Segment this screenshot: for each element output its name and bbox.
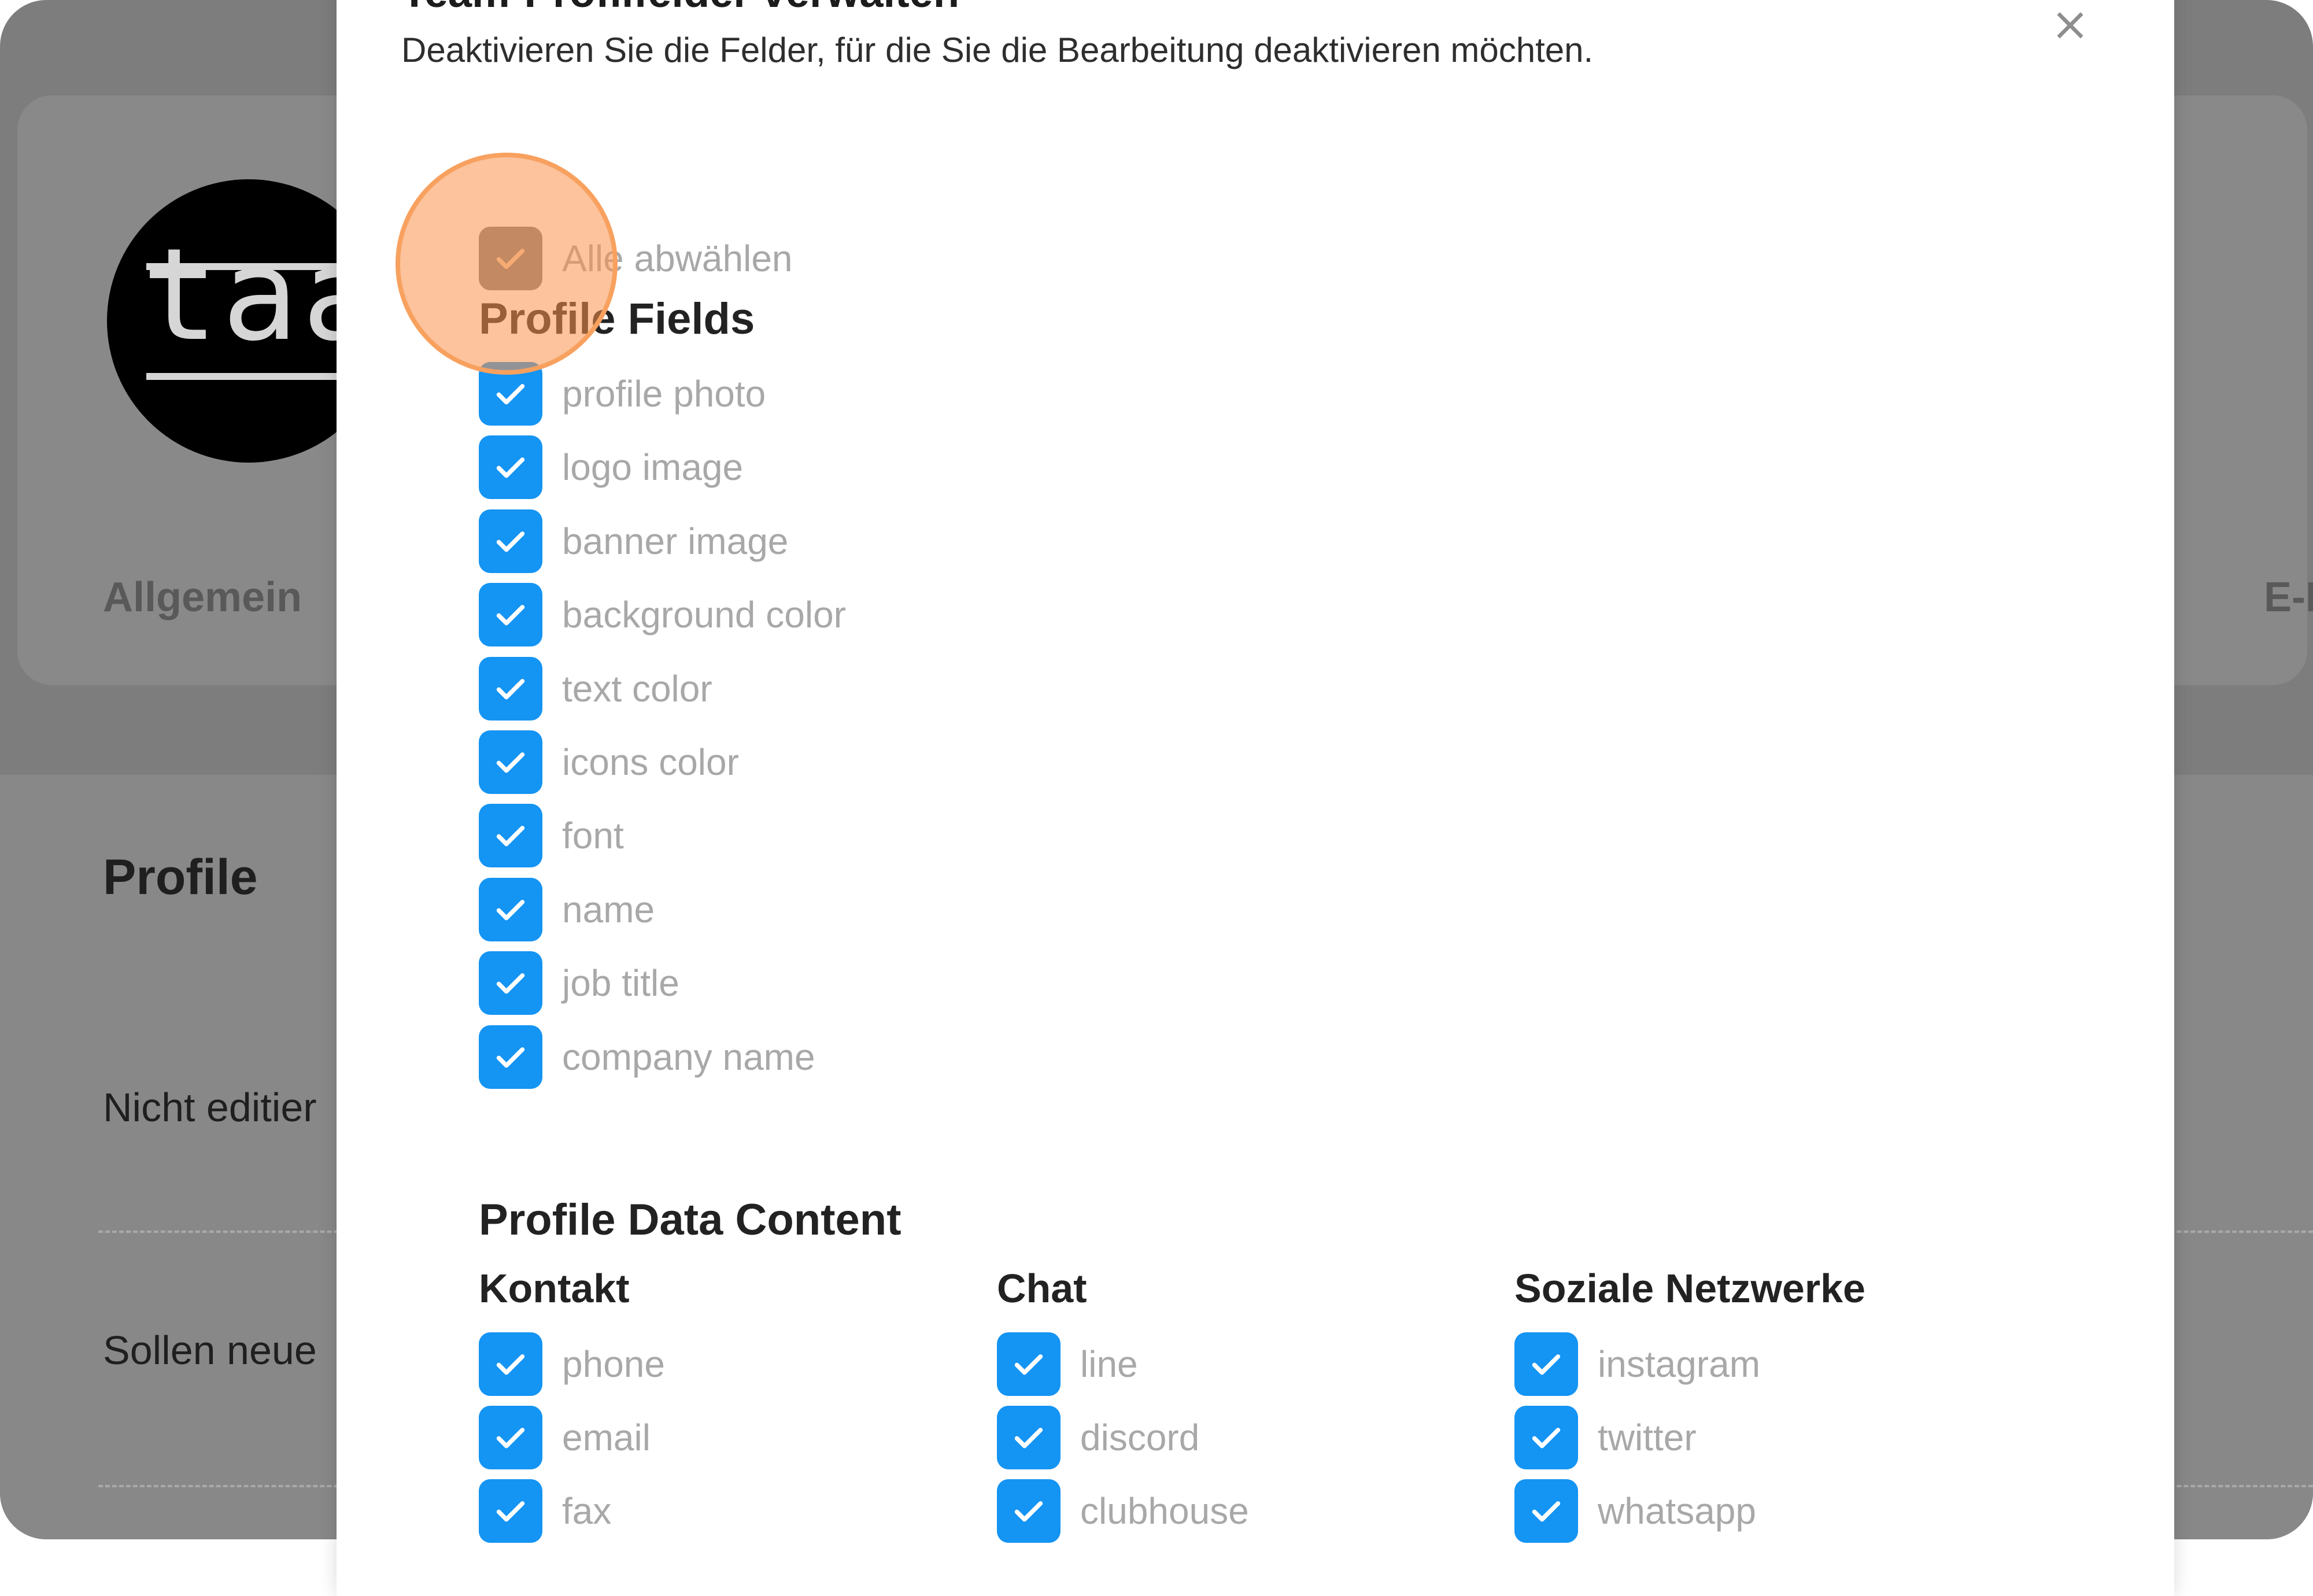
field-banner-image-checkbox[interactable] — [479, 509, 542, 573]
check-icon — [496, 531, 525, 552]
check-icon — [496, 678, 525, 699]
field-logo-image-checkbox[interactable] — [479, 435, 542, 500]
field-job-title-label: job title — [562, 962, 679, 1004]
column-title: Soziale Netzwerke — [1514, 1266, 1865, 1311]
modal-title: Team-Profilfelder verwalten — [401, 0, 959, 14]
column-title: Chat — [997, 1266, 1087, 1311]
click-highlight — [396, 153, 618, 375]
field-company-name-row[interactable]: company name — [479, 1025, 815, 1089]
check-icon — [1014, 1428, 1043, 1449]
content-twitter-checkbox[interactable] — [1514, 1406, 1578, 1469]
field-logo-image-label: logo image — [562, 446, 744, 489]
content-discord-checkbox[interactable] — [997, 1406, 1061, 1469]
field-background-color-label: background color — [562, 594, 846, 636]
content-phone-label: phone — [562, 1343, 665, 1385]
field-logo-image-row[interactable]: logo image — [479, 435, 744, 500]
content-line-checkbox[interactable] — [997, 1332, 1061, 1396]
check-icon — [1014, 1354, 1043, 1375]
setting-row-label: Sollen neue — [103, 1328, 317, 1373]
field-banner-image-row[interactable]: banner image — [479, 509, 788, 573]
check-icon — [496, 1501, 525, 1522]
content-phone-checkbox[interactable] — [479, 1332, 542, 1396]
field-text-color-checkbox[interactable] — [479, 656, 542, 721]
field-name-checkbox[interactable] — [479, 877, 542, 941]
field-profile-photo-label: profile photo — [562, 373, 766, 415]
field-background-color-checkbox[interactable] — [479, 583, 542, 647]
check-icon — [1532, 1428, 1561, 1449]
content-instagram-label: instagram — [1598, 1343, 1760, 1385]
tab-email[interactable]: E-M — [2264, 574, 2313, 621]
section-heading: Profile — [103, 849, 258, 905]
field-company-name-label: company name — [562, 1036, 815, 1078]
content-email-label: email — [562, 1417, 651, 1458]
profile-data-content-title: Profile Data Content — [479, 1195, 901, 1244]
content-fax-row[interactable]: fax — [479, 1479, 611, 1543]
close-icon[interactable]: × — [2047, 1, 2093, 47]
check-icon — [496, 457, 525, 478]
field-font-label: font — [562, 815, 624, 857]
field-name-row[interactable]: name — [479, 877, 655, 941]
check-icon — [496, 605, 525, 626]
field-font-row[interactable]: font — [479, 804, 624, 868]
content-whatsapp-checkbox[interactable] — [1514, 1479, 1578, 1543]
field-font-checkbox[interactable] — [479, 804, 542, 868]
check-icon — [496, 899, 525, 921]
content-email-checkbox[interactable] — [479, 1406, 542, 1469]
content-instagram-row[interactable]: instagram — [1514, 1332, 1760, 1396]
field-icons-color-checkbox[interactable] — [479, 730, 542, 794]
content-clubhouse-row[interactable]: clubhouse — [997, 1479, 1249, 1543]
check-icon — [496, 1047, 525, 1067]
field-background-color-row[interactable]: background color — [479, 583, 846, 647]
content-clubhouse-checkbox[interactable] — [997, 1479, 1061, 1543]
setting-row-label: Nicht editier — [103, 1085, 317, 1130]
field-text-color-row[interactable]: text color — [479, 656, 712, 721]
check-icon — [1532, 1354, 1561, 1375]
content-line-row[interactable]: line — [997, 1332, 1138, 1396]
content-discord-row[interactable]: discord — [997, 1406, 1199, 1469]
field-banner-image-label: banner image — [562, 520, 789, 562]
modal-description: Deaktivieren Sie die Felder, für die Sie… — [401, 31, 1594, 69]
check-icon — [496, 826, 525, 847]
content-line-label: line — [1080, 1343, 1138, 1385]
content-twitter-row[interactable]: twitter — [1514, 1406, 1697, 1469]
field-job-title-checkbox[interactable] — [479, 951, 542, 1015]
check-icon — [496, 1428, 525, 1449]
check-icon — [1014, 1501, 1043, 1522]
check-icon — [496, 1354, 525, 1375]
check-icon — [1532, 1501, 1561, 1522]
tab-allgemein[interactable]: Allgemein — [103, 574, 302, 621]
content-instagram-checkbox[interactable] — [1514, 1332, 1578, 1396]
check-icon — [496, 384, 525, 405]
check-icon — [496, 973, 525, 994]
field-job-title-row[interactable]: job title — [479, 951, 679, 1015]
field-icons-color-row[interactable]: icons color — [479, 730, 739, 794]
content-whatsapp-row[interactable]: whatsapp — [1514, 1479, 1756, 1543]
content-discord-label: discord — [1080, 1417, 1200, 1458]
field-icons-color-label: icons color — [562, 741, 739, 783]
content-fax-label: fax — [562, 1490, 612, 1532]
content-email-row[interactable]: email — [479, 1406, 651, 1469]
content-clubhouse-label: clubhouse — [1080, 1490, 1249, 1532]
content-phone-row[interactable]: phone — [479, 1332, 665, 1396]
content-fax-checkbox[interactable] — [479, 1479, 542, 1543]
content-whatsapp-label: whatsapp — [1598, 1490, 1756, 1532]
field-company-name-checkbox[interactable] — [479, 1025, 542, 1089]
check-icon — [496, 752, 525, 773]
content-twitter-label: twitter — [1598, 1417, 1697, 1458]
column-title: Kontakt — [479, 1266, 630, 1311]
field-text-color-label: text color — [562, 667, 712, 710]
field-name-label: name — [562, 888, 655, 930]
